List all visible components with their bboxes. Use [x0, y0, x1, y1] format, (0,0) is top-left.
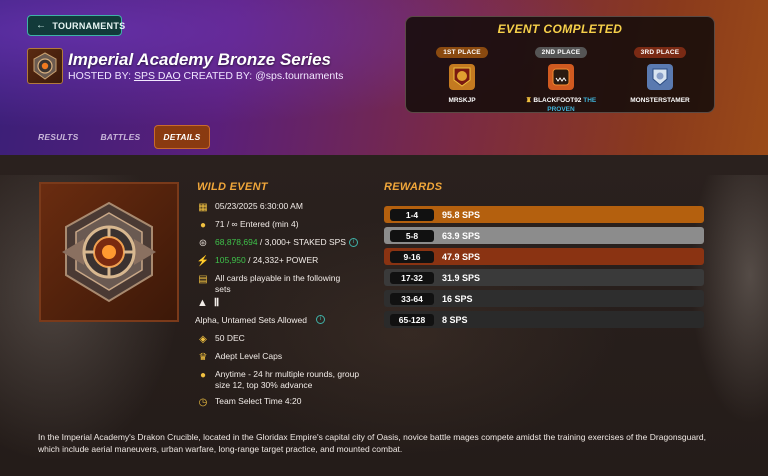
back-to-tournaments-button[interactable]: ← TOURNAMENTS: [27, 15, 126, 36]
tournament-host-line: HOSTED BY: SPS DAO CREATED BY: @sps.tour…: [68, 70, 343, 82]
level-cap-icon: ♛: [198, 351, 208, 363]
reward-amount: 31.9 SPS: [442, 272, 481, 283]
created-by-label: CREATED BY:: [183, 70, 253, 82]
level-caps: Adept Level Caps: [215, 351, 283, 361]
entrants-row: ● 71 / ∞ Entered (min 4): [197, 219, 299, 231]
reward-row: 65-128 8 SPS: [384, 311, 704, 328]
reward-row: 5-8 63.9 SPS: [384, 227, 704, 244]
staked-sps-value: 68,878,694: [215, 237, 258, 247]
start-time-row: ▦ 05/23/2025 6:30:00 AM: [197, 201, 303, 213]
start-time: 05/23/2025 6:30:00 AM: [215, 201, 303, 211]
host-link[interactable]: SPS DAO: [134, 70, 181, 82]
group-icon: ●: [199, 369, 207, 381]
reward-amount: 63.9 SPS: [442, 230, 481, 241]
clock-icon: ◷: [198, 396, 208, 408]
reward-row: 17-32 31.9 SPS: [384, 269, 704, 286]
team-select-row: ◷ Team Select Time 4:20: [197, 396, 302, 408]
tab-details[interactable]: DETAILS: [154, 125, 210, 149]
alpha-set-icon: ▲: [197, 297, 208, 309]
cards-row: ▤ All cards playable in the following se…: [197, 273, 357, 295]
sps-token-icon: ⊛: [198, 237, 208, 249]
dec-ticket-icon: ◈: [199, 333, 207, 345]
person-icon: ●: [199, 219, 207, 231]
entry-fee-row: ◈ 50 DEC: [197, 333, 245, 345]
bronze-series-emblem-icon: [62, 201, 156, 303]
rewards-heading: REWARDS: [384, 181, 443, 193]
reward-amount: 95.8 SPS: [442, 209, 481, 220]
calendar-icon: ▦: [198, 201, 208, 213]
tournament-description: In the Imperial Academy's Drakon Crucibl…: [38, 432, 706, 454]
monster-avatar-icon: [552, 68, 570, 86]
third-place: 3RD PLACE MONSTERSTAMER: [620, 41, 700, 105]
first-place-name[interactable]: MRSKJP: [422, 96, 502, 105]
staked-sps-row: ⊛ 68,878,694 / 3,000+ STAKED SPS i: [197, 237, 358, 249]
tournament-header: ← TOURNAMENTS Imperial Academy Bronze Se…: [0, 0, 768, 155]
entrants-count: 71 / ∞ Entered (min 4): [215, 219, 299, 229]
second-place-name-line: ♜ BLACKFOOT92 THE PROVEN: [521, 96, 601, 114]
second-place-avatar[interactable]: [548, 64, 574, 90]
arrow-left-icon: ←: [36, 20, 47, 31]
level-caps-row: ♛ Adept Level Caps: [197, 351, 283, 363]
sets-info-icon[interactable]: i: [315, 315, 325, 324]
creator-name: @sps.tournaments: [255, 70, 344, 82]
tournament-title: Imperial Academy Bronze Series: [68, 50, 331, 69]
back-button-label: TOURNAMENTS: [52, 20, 126, 31]
second-place-name[interactable]: BLACKFOOT92: [533, 97, 581, 104]
reward-range: 17-32: [390, 271, 434, 284]
third-place-label: 3RD PLACE: [633, 47, 687, 58]
sets-allowed-row: Alpha, Untamed Sets Allowed i: [195, 315, 325, 326]
first-place: 1ST PLACE MRSKJP: [422, 41, 502, 105]
reward-range: 5-8: [390, 229, 434, 242]
power-value: 105,950: [215, 255, 246, 265]
second-place-label: 2ND PLACE: [534, 47, 588, 58]
hosted-by-label: HOSTED BY:: [68, 70, 132, 82]
crown-icon: ♜: [525, 97, 532, 104]
first-place-label: 1ST PLACE: [436, 47, 488, 58]
schedule-row: ● Anytime - 24 hr multiple rounds, group…: [197, 369, 367, 391]
lightning-icon: ⚡: [196, 255, 210, 267]
reward-amount: 16 SPS: [442, 293, 473, 304]
untamed-set-icon: Ⅱ: [213, 297, 220, 309]
power-requirement: / 24,332+ POWER: [245, 255, 319, 265]
first-place-avatar[interactable]: [449, 64, 475, 90]
schedule-text: Anytime - 24 hr multiple rounds, group s…: [215, 369, 360, 390]
event-completed-panel: EVENT COMPLETED 1ST PLACE MRSKJP 2ND PLA…: [405, 16, 715, 113]
reward-amount: 47.9 SPS: [442, 251, 481, 262]
staked-info-icon[interactable]: i: [348, 238, 358, 248]
set-icons-row: ▲ Ⅱ: [197, 298, 219, 309]
tournament-tabs: RESULTS BATTLES DETAILS: [30, 125, 210, 149]
team-select-time: Team Select Time 4:20: [215, 396, 302, 406]
tab-battles[interactable]: BATTLES: [92, 126, 148, 148]
power-row: ⚡ 105,950 / 24,332+ POWER: [197, 255, 318, 267]
tab-results[interactable]: RESULTS: [30, 126, 86, 148]
cards-icon: ▤: [198, 273, 208, 285]
power-text: 105,950 / 24,332+ POWER: [215, 255, 318, 266]
reward-row: 1-4 95.8 SPS: [384, 206, 704, 223]
entry-fee: 50 DEC: [215, 333, 245, 343]
sets-allowed-text: Alpha, Untamed Sets Allowed: [195, 315, 307, 325]
tournament-details-content: WILD EVENT ▦ 05/23/2025 6:30:00 AM ● 71 …: [0, 155, 768, 476]
second-place: 2ND PLACE ♜ BLACKFOOT92 THE PROVEN: [521, 41, 601, 114]
reward-range: 1-4: [390, 208, 434, 221]
academy-emblem-icon: [33, 52, 57, 80]
reward-range: 33-64: [390, 292, 434, 305]
event-completed-heading: EVENT COMPLETED: [497, 22, 623, 36]
reward-row: 33-64 16 SPS: [384, 290, 704, 307]
reward-range: 65-128: [390, 313, 434, 326]
lion-avatar-icon: [453, 67, 471, 87]
third-place-name[interactable]: MONSTERSTAMER: [620, 96, 700, 105]
third-place-avatar[interactable]: [647, 64, 673, 90]
wild-event-heading: WILD EVENT: [197, 181, 268, 193]
reward-range: 9-16: [390, 250, 434, 263]
tournament-badge: [39, 182, 179, 322]
cards-text: All cards playable in the following sets: [215, 273, 341, 294]
reward-amount: 8 SPS: [442, 314, 468, 325]
staked-sps-text: 68,878,694 / 3,000+ STAKED SPS i: [215, 237, 358, 248]
reward-row: 9-16 47.9 SPS: [384, 248, 704, 265]
tournament-logo: [27, 48, 63, 84]
staked-sps-requirement: / 3,000+ STAKED SPS: [257, 237, 346, 247]
knight-avatar-icon: [652, 68, 668, 86]
